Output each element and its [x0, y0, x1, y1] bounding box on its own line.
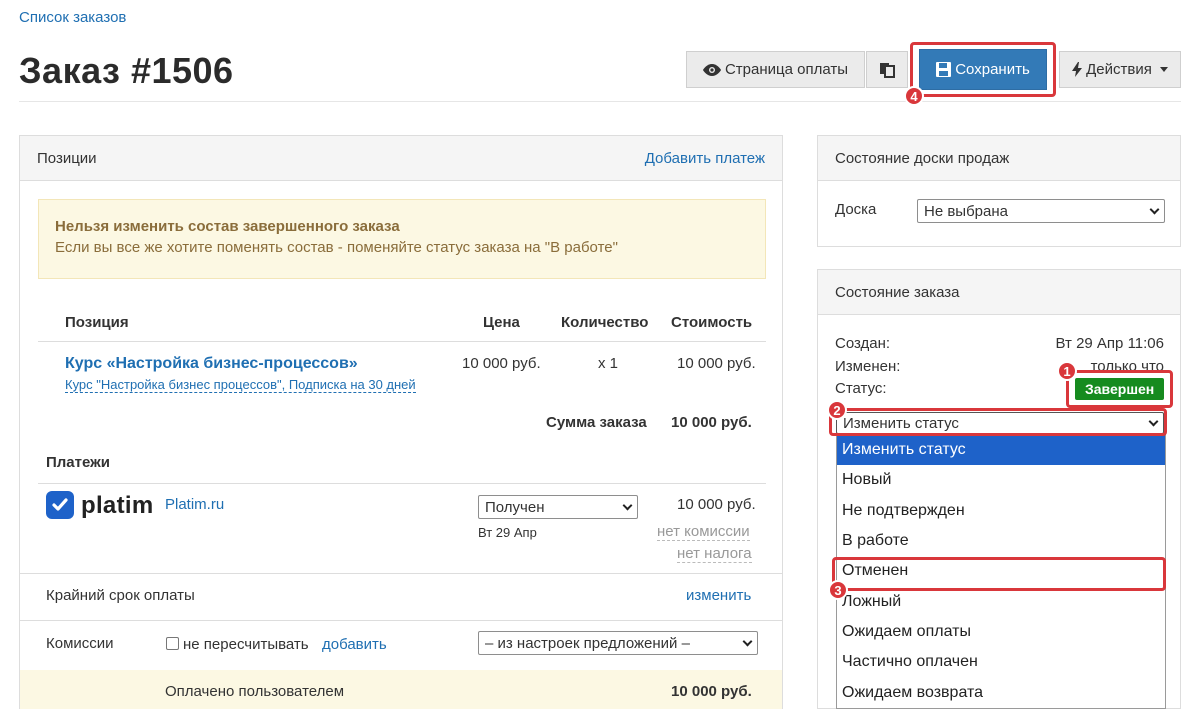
status-option[interactable]: Новый — [837, 465, 1165, 495]
changed-value: только что — [1090, 358, 1164, 375]
payments-label: Платежи — [46, 454, 110, 471]
payment-date: Вт 29 Апр — [478, 525, 537, 540]
board-label: Доска — [835, 201, 877, 218]
actions-label: Действия — [1086, 61, 1152, 78]
save-label: Сохранить — [955, 61, 1030, 78]
copy-button[interactable] — [866, 51, 908, 88]
payment-tax-link[interactable]: нет налога — [677, 545, 752, 563]
sales-board-panel: Состояние доски продаж Доска Не выбрана — [817, 135, 1181, 247]
alert-text: Если вы все же хотите поменять состав - … — [55, 239, 618, 256]
chevron-down-icon — [742, 636, 753, 646]
chevron-down-icon — [1148, 416, 1159, 426]
order-sum-value: 10 000 руб. — [671, 414, 752, 431]
deadline-change-link[interactable]: изменить — [686, 587, 751, 604]
lightning-icon — [1072, 62, 1083, 77]
eye-icon — [702, 63, 721, 76]
status-option[interactable]: Не подтвержден — [837, 496, 1165, 526]
chevron-down-icon — [1149, 204, 1160, 214]
page-title: Заказ #1506 — [19, 50, 234, 91]
order-sum-label: Сумма заказа — [546, 414, 647, 431]
order-state-title: Состояние заказа — [835, 283, 960, 301]
status-badge: Завершен — [1075, 378, 1165, 400]
status-option[interactable]: Ложный — [837, 586, 1165, 616]
positions-panel-header: Позиции Добавить платеж — [20, 136, 782, 181]
payment-status-select[interactable]: Получен — [478, 495, 638, 519]
caret-down-icon — [1159, 67, 1168, 72]
paid-value: 10 000 руб. — [671, 683, 752, 700]
warning-alert: Нельзя изменить состав завершенного зака… — [38, 199, 766, 279]
positions-panel: Позиции Добавить платеж Нельзя изменить … — [19, 135, 783, 709]
payment-page-label: Страница оплаты — [724, 61, 849, 78]
platim-brand: platim — [81, 492, 154, 519]
payment-provider-link[interactable]: Platim.ru — [165, 496, 224, 513]
status-option[interactable]: В работе — [837, 526, 1165, 556]
column-header-quantity: Количество — [561, 314, 649, 331]
column-header-cost: Стоимость — [671, 314, 753, 331]
chevron-down-icon — [622, 500, 633, 510]
deadline-label: Крайний срок оплаты — [46, 587, 195, 604]
created-value: Вт 29 Апр 11:06 — [1055, 335, 1164, 352]
step-marker-2: 2 — [827, 400, 847, 420]
payment-status-value: Получен — [485, 498, 545, 516]
paid-label: Оплачено пользователем — [165, 683, 345, 700]
column-header-price: Цена — [483, 314, 520, 331]
column-header-position: Позиция — [65, 314, 129, 331]
created-label: Создан: — [835, 335, 891, 352]
positions-panel-title: Позиции — [37, 149, 97, 167]
item-cost: 10 000 руб. — [677, 355, 756, 372]
platim-logo-icon — [46, 491, 74, 519]
commission-select-value: – из настроек предложений – — [485, 634, 690, 652]
step-marker-3: 3 — [828, 580, 848, 600]
table-divider — [38, 341, 766, 342]
copy-icon — [880, 62, 895, 78]
item-quantity: x 1 — [598, 355, 619, 372]
commissions-label: Комиссии — [46, 635, 114, 652]
board-select[interactable]: Не выбрана — [917, 199, 1165, 223]
changed-label: Изменен: — [835, 358, 901, 375]
payments-divider — [38, 483, 766, 484]
paid-row: Оплачено пользователем 10 000 руб. — [20, 670, 782, 709]
status-option[interactable]: Ожидаем оплаты — [837, 617, 1165, 647]
row-divider — [20, 573, 782, 574]
change-status-select[interactable]: Изменить статус — [836, 412, 1164, 434]
step-marker-1: 1 — [1057, 361, 1077, 381]
step-marker-4: 4 — [904, 86, 924, 106]
no-recalc-label: не пересчитывать — [183, 636, 309, 653]
status-option[interactable]: Ожидаем возврата — [837, 677, 1165, 707]
payment-page-button[interactable]: Страница оплаты — [686, 51, 865, 88]
status-label: Статус: — [835, 380, 887, 397]
item-name-link[interactable]: Курс «Настройка бизнес-процессов» — [65, 355, 358, 373]
no-recalc-checkbox[interactable] — [166, 637, 179, 650]
change-status-value: Изменить статус — [843, 414, 959, 432]
status-option[interactable]: Частично оплачен — [837, 647, 1165, 677]
status-options-list: Изменить статус Новый Не подтвержден В р… — [836, 434, 1166, 709]
commission-select[interactable]: – из настроек предложений – — [478, 631, 758, 655]
board-select-value: Не выбрана — [924, 202, 1008, 220]
item-price: 10 000 руб. — [462, 355, 541, 372]
sales-board-title: Состояние доски продаж — [835, 149, 1010, 167]
order-state-header: Состояние заказа — [818, 270, 1180, 315]
save-button[interactable]: Сохранить — [919, 49, 1047, 90]
breadcrumb-orders-list[interactable]: Список заказов — [19, 9, 126, 26]
status-option[interactable]: Отменен — [837, 556, 1165, 586]
header-divider — [19, 101, 1181, 102]
add-payment-link[interactable]: Добавить платеж — [645, 150, 765, 167]
item-subtitle-link[interactable]: Курс "Настройка бизнес процессов", Подпи… — [65, 377, 416, 393]
add-commission-link[interactable]: добавить — [322, 636, 387, 653]
alert-title: Нельзя изменить состав завершенного зака… — [55, 218, 400, 235]
actions-dropdown-button[interactable]: Действия — [1059, 51, 1181, 88]
status-option[interactable]: Изменить статус — [837, 435, 1165, 466]
payment-amount: 10 000 руб. — [677, 496, 756, 513]
floppy-disk-icon — [936, 62, 952, 77]
row-divider — [20, 620, 782, 621]
sales-board-header: Состояние доски продаж — [818, 136, 1180, 181]
payment-commission-link[interactable]: нет комиссии — [657, 523, 750, 541]
